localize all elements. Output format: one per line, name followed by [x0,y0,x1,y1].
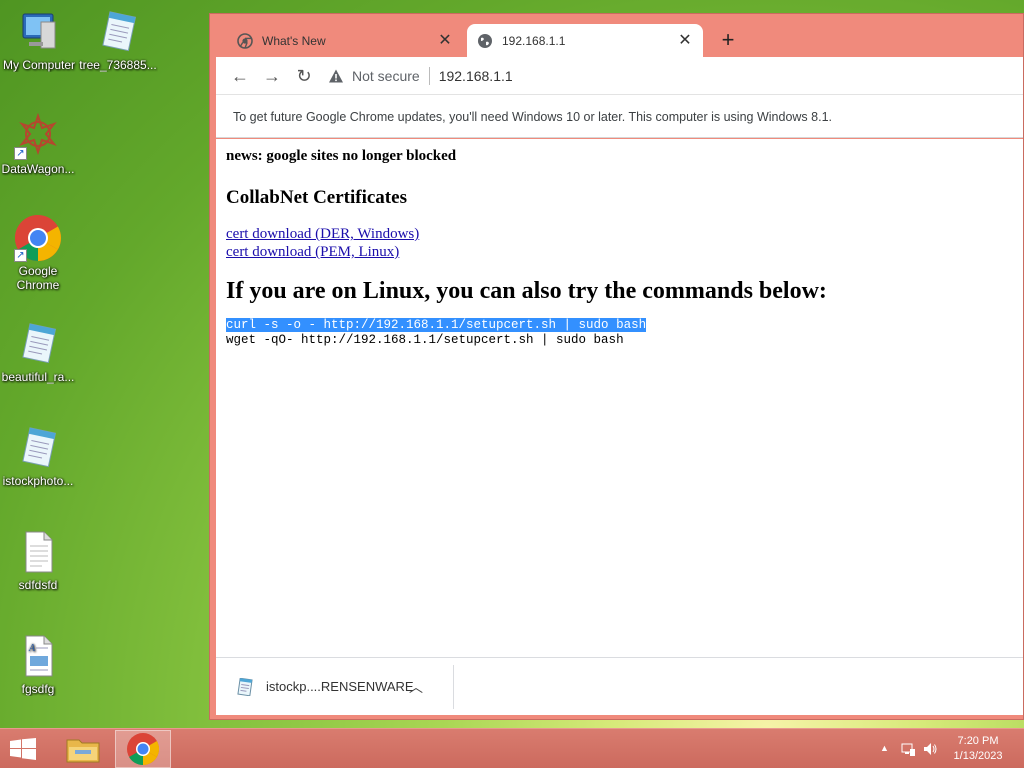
globe-icon [477,33,493,49]
linux-heading: If you are on Linux, you can also try th… [226,278,827,304]
notepad-file-icon [237,677,253,696]
tab-title: 192.168.1.1 [502,33,566,48]
start-button[interactable] [9,738,37,760]
clock[interactable]: 7:20 PM 1/13/2023 [948,734,1008,764]
cert-download-pem-link[interactable]: cert download (PEM, Linux) [226,243,1013,261]
wget-command[interactable]: wget -qO- http://192.168.1.1/setupcert.s… [226,333,624,347]
download-item[interactable]: istockp....RENSENWARE ︿ [216,664,454,709]
shortcut-arrow-icon: ↗ [14,147,27,160]
desktop-icon-istockphoto[interactable]: istockphoto... [0,424,76,488]
desktop-icon-label: DataWagon... [1,162,75,176]
desktop-icon-label: tree_736885... [79,58,157,72]
tab-192-168-1-1[interactable]: 192.168.1.1 ✕ [467,24,703,57]
page-content: news: google sites no longer blocked Col… [216,139,1023,657]
notepad-file-icon [94,8,142,56]
forward-button[interactable]: → [256,62,288,90]
svg-text:A: A [28,643,36,654]
taskbar-chrome[interactable] [115,730,171,768]
download-filename: istockp....RENSENWARE [266,679,414,694]
network-icon[interactable] [900,741,916,760]
warning-icon[interactable] [328,68,344,84]
desktop-icon-label: My Computer [2,58,76,72]
command-block: curl -s -o - http://192.168.1.1/setupcer… [226,318,1013,348]
system-tray: ▲ 7:20 PM 1/13/2023 [864,729,1024,768]
text-file-icon [14,528,62,576]
certificates-heading: CollabNet Certificates [226,187,407,208]
taskbar-file-explorer[interactable] [55,730,111,768]
chevron-up-icon[interactable]: ︿ [406,677,426,697]
tab-whats-new[interactable]: What's New ✕ [227,24,463,57]
desktop-icon-label: fgsdfg [21,682,55,696]
desktop-icon-sdfdsfd[interactable]: sdfdsfd [0,528,76,592]
desktop-icon-label: beautiful_ra... [1,370,75,384]
desktop-icon-tree[interactable]: tree_736885... [78,8,158,72]
not-secure-label[interactable]: Not secure [352,68,420,84]
tab-title: What's New [262,33,326,48]
curl-command[interactable]: curl -s -o - http://192.168.1.1/setupcer… [226,318,647,332]
close-tab-icon[interactable]: ✕ [677,32,693,49]
new-tab-button[interactable]: + [715,28,741,54]
tab-strip: What's New ✕ 192.168.1.1 ✕ + [210,14,1023,57]
wordpad-file-icon: A [14,632,62,680]
download-shelf: istockp....RENSENWARE ︿ [216,657,1023,715]
desktop-icon-fgsdfg[interactable]: A fgsdfg [0,632,76,696]
chrome-window: What's New ✕ 192.168.1.1 ✕ + ← → ↻ Not s… [209,13,1024,720]
datawagon-icon: ↗ [14,112,62,160]
desktop-icon-beautiful[interactable]: beautiful_ra... [0,320,76,384]
desktop-icon-label: Google Chrome [16,264,60,292]
folder-icon [66,739,100,763]
close-tab-icon[interactable]: ✕ [437,32,453,49]
clock-time: 7:20 PM [957,735,999,747]
show-hidden-icons-icon[interactable]: ▲ [880,743,889,753]
url-text[interactable]: 192.168.1.1 [439,68,513,84]
desktop-icon-label: istockphoto... [2,474,74,488]
desktop-icon-my-computer[interactable]: My Computer [0,8,78,72]
desktop-icon-datawagon[interactable]: ↗ DataWagon... [0,112,76,176]
clock-date: 1/13/2023 [953,750,1003,762]
desktop-icon-label: sdfdsfd [18,578,58,592]
shortcut-arrow-icon: ↗ [14,249,27,262]
news-line: news: google sites no longer blocked [226,148,457,164]
volume-icon[interactable] [922,741,938,760]
desktop-icon-google-chrome[interactable]: ↗ Google Chrome [0,214,76,292]
chrome-icon: ↗ [14,214,62,262]
notepad-file-icon [14,320,62,368]
notepad-file-icon [14,424,62,472]
update-infobar: To get future Google Chrome updates, you… [216,94,1023,138]
toolbar: ← → ↻ Not secure 192.168.1.1 [216,57,1023,94]
infobar-message: To get future Google Chrome updates, you… [233,110,832,124]
omnibox-divider [428,66,430,85]
address-bar[interactable]: Not secure 192.168.1.1 [328,62,513,90]
taskbar: ▲ 7:20 PM 1/13/2023 [0,728,1024,768]
computer-icon [15,8,63,56]
cert-links: cert download (DER, Windows) cert downlo… [226,225,1013,261]
cert-download-der-link[interactable]: cert download (DER, Windows) [226,225,1013,243]
chrome-icon [237,32,253,49]
back-button[interactable]: ← [224,62,256,90]
windows-logo-icon [10,738,36,760]
chrome-icon [127,733,160,766]
reload-button[interactable]: ↻ [288,62,320,90]
